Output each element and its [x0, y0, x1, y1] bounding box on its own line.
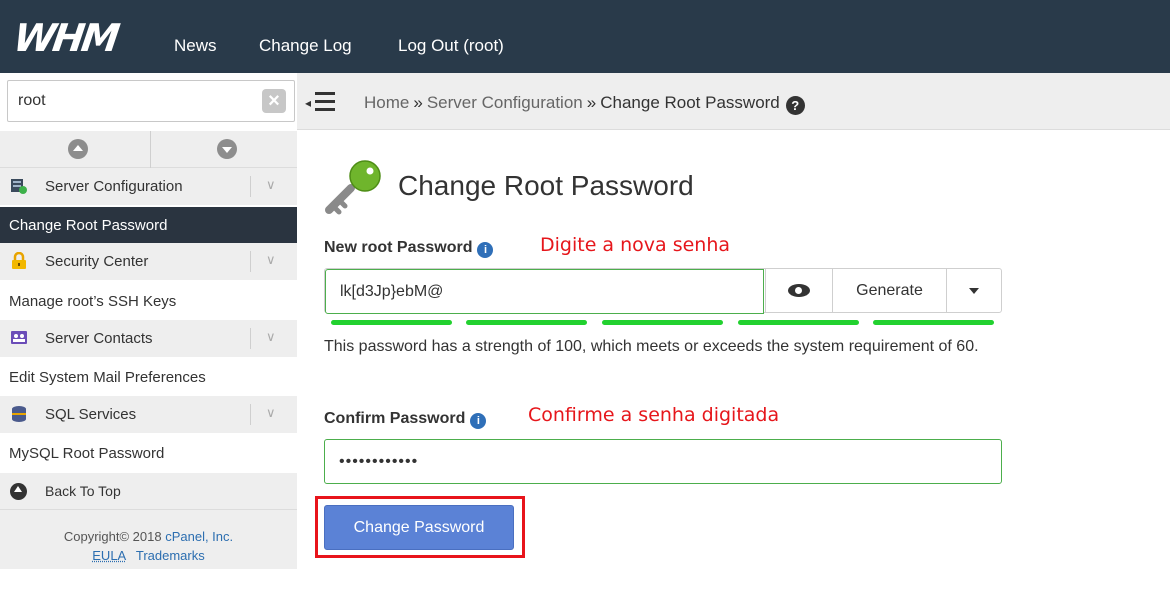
sidebar-category-label: Server Contacts [45, 330, 153, 347]
sidebar-item-label: MySQL Root Password [9, 445, 165, 462]
sidebar-item-change-root-password[interactable]: Change Root Password [0, 207, 297, 243]
info-icon[interactable]: i [477, 242, 494, 258]
help-icon[interactable]: ? [785, 96, 805, 115]
lock-icon [12, 252, 26, 269]
sidebar-item-edit-mail-preferences[interactable]: Edit System Mail Preferences [0, 357, 297, 397]
chevron-down-icon[interactable]: ∨ [266, 405, 276, 421]
back-to-top[interactable]: Back To Top [0, 473, 297, 509]
search-input[interactable] [18, 92, 248, 110]
chevron-down-icon[interactable]: ∨ [266, 177, 276, 193]
divider [150, 131, 151, 168]
breadcrumb-separator: » [586, 93, 597, 112]
confirm-password-label-text: Confirm Password [324, 410, 466, 427]
top-bar: WHM News Change Log Log Out (root) [0, 0, 1170, 73]
breadcrumb-separator: » [413, 93, 423, 112]
divider [250, 404, 251, 425]
confirm-password-label: Confirm Password i [324, 410, 487, 429]
expand-all-icon[interactable] [217, 139, 237, 159]
chevron-down-icon[interactable]: ∨ [266, 329, 276, 345]
sidebar-category-server-configuration[interactable]: Server Configuration ∨ [0, 168, 297, 205]
sidebar-footer: Copyright© 2018 cPanel, Inc. EULA Tradem… [0, 509, 297, 569]
show-password-button[interactable] [765, 269, 832, 312]
breadcrumb-server-configuration[interactable]: Server Configuration [427, 93, 583, 112]
password-strength-meter [331, 320, 995, 325]
strength-segment [873, 320, 994, 325]
chevron-down-icon[interactable]: ∨ [266, 252, 276, 268]
sidebar-category-sql-services[interactable]: SQL Services ∨ [0, 396, 297, 433]
divider [250, 251, 251, 272]
copyright-text: Copyright© 2018 [63, 529, 166, 544]
collapse-all-icon[interactable] [68, 139, 88, 159]
change-password-button[interactable]: Change Password [324, 505, 514, 550]
clear-search-icon[interactable]: × [262, 89, 286, 113]
sidebar-category-security-center[interactable]: Security Center ∨ [0, 243, 297, 280]
menu-toggle-icon[interactable]: ◂ [305, 92, 335, 114]
strength-message: This password has a strength of 100, whi… [324, 338, 979, 355]
trademarks-link[interactable]: Trademarks [136, 548, 205, 563]
eye-icon [788, 284, 810, 297]
copyright: Copyright© 2018 cPanel, Inc. [0, 529, 297, 544]
nav-change-log-link[interactable]: Change Log [259, 36, 352, 56]
whm-logo[interactable]: WHM [11, 16, 120, 60]
breadcrumb-bar: ◂ Home» Server Configuration» Change Root … [297, 73, 1170, 130]
new-password-group: lk[d3Jp}ebM@ Generate [324, 268, 1002, 314]
new-password-input[interactable]: lk[d3Jp}ebM@ [325, 269, 764, 314]
arrow-up-circle-icon [10, 483, 27, 500]
strength-segment [602, 320, 723, 325]
sidebar-category-label: Security Center [45, 253, 149, 270]
confirm-password-input[interactable]: •••••••••••• [324, 439, 1002, 484]
nav-logout-link[interactable]: Log Out (root) [398, 36, 504, 56]
new-password-label: New root Password i [324, 239, 494, 258]
cpanel-link[interactable]: cPanel, Inc. [165, 529, 233, 544]
eula-link[interactable]: EULA [92, 548, 126, 563]
breadcrumb-current: Change Root Password [600, 93, 780, 112]
contacts-icon [11, 331, 27, 344]
generate-options-dropdown[interactable] [946, 269, 1002, 312]
sidebar-item-mysql-root-password[interactable]: MySQL Root Password [0, 433, 297, 473]
sidebar-item-manage-ssh-keys[interactable]: Manage root’s SSH Keys [0, 281, 297, 321]
info-icon[interactable]: i [470, 413, 487, 429]
new-password-label-text: New root Password [324, 239, 473, 256]
nav-news-link[interactable]: News [174, 36, 217, 56]
back-to-top-label: Back To Top [45, 483, 121, 499]
breadcrumb-home[interactable]: Home [364, 93, 409, 112]
sidebar-item-label: Edit System Mail Preferences [9, 369, 206, 386]
sidebar-category-label: SQL Services [45, 406, 137, 423]
database-icon [12, 406, 26, 422]
collapse-expand-bar [0, 131, 297, 168]
sidebar-category-server-contacts[interactable]: Server Contacts ∨ [0, 320, 297, 357]
sidebar-category-label: Server Configuration [45, 178, 183, 195]
footer-links: EULA Trademarks [0, 548, 297, 563]
generate-button[interactable]: Generate [832, 269, 946, 312]
sidebar-search: × [7, 80, 295, 122]
sidebar-item-label: Manage root’s SSH Keys [9, 293, 177, 310]
key-icon [325, 160, 381, 215]
breadcrumb: Home» Server Configuration» Change Root Pa… [364, 93, 805, 115]
divider [250, 328, 251, 349]
strength-segment [738, 320, 859, 325]
server-config-icon [11, 179, 27, 194]
strength-segment [466, 320, 587, 325]
confirm-password-annotation: Confirme a senha digitada [528, 404, 780, 426]
divider [250, 176, 251, 197]
sidebar-item-label: Change Root Password [9, 217, 168, 234]
new-password-annotation: Digite a nova senha [540, 234, 731, 256]
page-title: Change Root Password [398, 170, 694, 201]
strength-segment [331, 320, 452, 325]
